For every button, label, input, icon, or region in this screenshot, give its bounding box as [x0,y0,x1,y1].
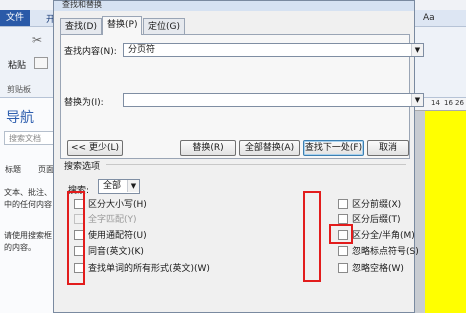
find-input[interactable]: 分页符 ▼ [123,43,424,57]
option-label: 查找单词的所有形式(英文)(W) [88,264,210,274]
nav-help-text: 的内容。 [4,243,36,252]
file-tab[interactable]: 文件 [0,10,30,26]
replace-all-button[interactable]: 全部替换(A) [239,140,300,156]
nav-tab-pages[interactable]: 页面 [38,164,54,175]
dialog-title-bar[interactable]: 查找和替换 [54,0,414,11]
chevron-down-icon[interactable]: ▼ [411,94,423,106]
option-word-forms[interactable]: 查找单词的所有形式(英文)(W) [74,262,210,275]
option-label: 忽略标点符号(S) [352,247,419,257]
option-label: 区分前缀(X) [352,200,402,210]
dialog-title: 查找和替换 [62,0,102,9]
chevron-down-icon[interactable]: ▼ [411,44,423,56]
ruler-tick: 26 [455,99,464,107]
red-highlight-box [303,191,321,282]
tab-goto[interactable]: 定位(G) [143,18,185,34]
find-replace-dialog: 查找和替换 查找(D) 替换(P) 定位(G) 查找内容(N): 分页符 ▼ 替… [53,0,424,313]
font-size-label[interactable]: Aa [423,13,435,23]
ribbon-right [415,27,466,97]
replace-label: 替换为(I): [64,98,104,108]
nav-help-text: 请使用搜索框 [4,231,52,240]
option-match-prefix[interactable]: 区分前缀(X) [338,198,402,211]
search-options-label: 搜索选项 [64,162,101,172]
nav-help-text: 文本、批注、 [4,188,52,197]
red-highlight-box [329,224,353,244]
checkbox[interactable] [338,262,348,273]
search-scope-select[interactable]: 全部 ▼ [98,179,140,194]
document-margin [415,111,425,313]
option-label: 全字匹配(Y) [88,215,137,225]
option-ignore-space[interactable]: 忽略空格(W) [338,262,404,275]
nav-title: 导航 [6,110,34,126]
format-painter-icon[interactable] [34,57,48,69]
nav-help-text: 中的任何内容 [4,200,52,209]
option-ignore-punctuation[interactable]: 忽略标点符号(S) [338,245,419,258]
chevron-down-icon[interactable]: ▼ [127,180,139,192]
find-value: 分页符 [128,45,156,55]
cancel-button[interactable]: 取消 [367,140,409,156]
tab-replace[interactable]: 替换(P) [102,16,143,35]
replace-input[interactable]: ▼ [123,93,424,107]
replace-panel: 查找内容(N): 分页符 ▼ 替换为(I): ▼ << 更少(L) 替换(R) … [60,34,424,159]
checkbox[interactable] [338,198,348,209]
replace-button[interactable]: 替换(R) [180,140,236,156]
option-label: 区分后缀(T) [352,215,401,225]
option-label: 同音(英文)(K) [88,247,144,257]
option-label: 忽略空格(W) [352,264,404,274]
option-label: 使用通配符(U) [88,231,147,241]
search-scope-value: 全部 [103,181,122,191]
option-label: 区分全/半角(M) [352,231,415,241]
tab-find[interactable]: 查找(D) [60,18,102,34]
divider [106,164,406,165]
paste-button[interactable]: 粘贴 [8,58,26,71]
ruler-tick: 14 [431,99,440,107]
red-highlight-box [67,191,85,285]
option-label: 区分大小写(H) [88,200,147,210]
nav-tab-headings[interactable]: 标题 [5,164,21,175]
checkbox[interactable] [338,213,348,224]
find-label: 查找内容(N): [64,47,117,57]
clipboard-group-label: 剪贴板 [7,85,31,94]
ruler-tick: 16 [444,99,453,107]
cut-icon[interactable]: ✂ [32,33,42,47]
less-button[interactable]: << 更少(L) [67,140,123,156]
find-next-button[interactable]: 查找下一处(F) [303,140,364,156]
nav-search-input[interactable]: 搜索文档 [4,131,58,145]
checkbox[interactable] [338,245,348,256]
